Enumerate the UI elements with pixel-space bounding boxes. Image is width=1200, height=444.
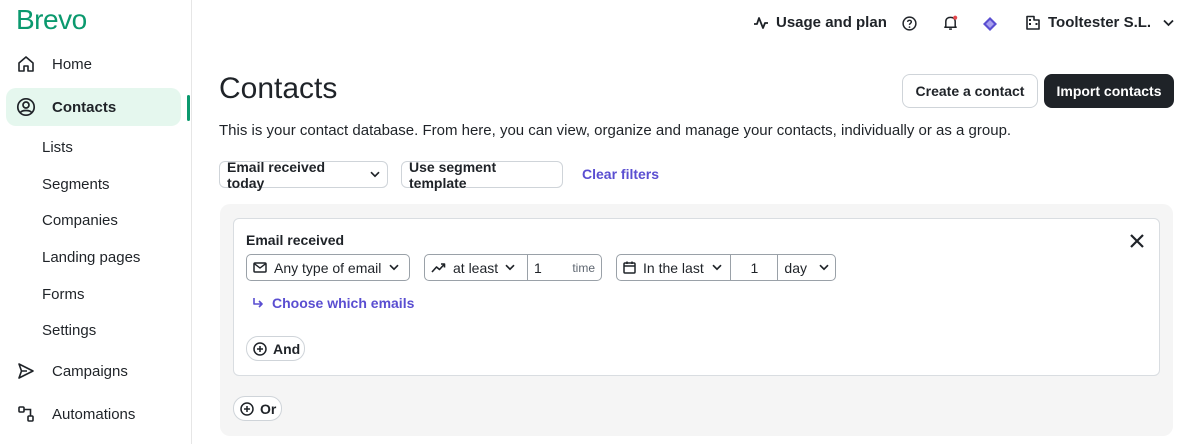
period-value-input[interactable]: 1 [731, 255, 777, 280]
sidebar-item-segments[interactable]: Segments [42, 176, 110, 193]
building-icon [1026, 15, 1040, 30]
plus-circle-icon [240, 401, 254, 416]
calendar-icon [623, 261, 636, 274]
sidebar-item-campaigns[interactable]: Campaigns [6, 352, 181, 390]
sidebar-item-lists[interactable]: Lists [42, 139, 73, 156]
subdirectory-arrow-icon [252, 297, 264, 309]
chevron-down-icon [1163, 19, 1174, 27]
count-condition-control: at least 1 time [424, 254, 602, 281]
import-contacts-button[interactable]: Import contacts [1044, 74, 1174, 108]
sidebar-item-home[interactable]: Home [6, 45, 181, 83]
sidebar-item-label: Contacts [52, 98, 117, 116]
contacts-icon [16, 97, 36, 117]
clear-filters-link[interactable]: Clear filters [582, 166, 659, 182]
notifications-bell-icon[interactable] [943, 15, 958, 31]
and-button[interactable]: And [246, 336, 305, 361]
send-icon [16, 361, 36, 381]
choose-emails-link[interactable]: Choose which emails [252, 295, 414, 311]
condition-title: Email received [246, 232, 345, 248]
create-contact-button[interactable]: Create a contact [902, 74, 1038, 108]
segment-template-button[interactable]: Use segment template [401, 159, 563, 191]
filter-dropdown[interactable]: Email received today [219, 159, 388, 191]
chevron-down-icon [370, 171, 380, 178]
close-icon[interactable] [1127, 231, 1147, 251]
sidebar-item-landing-pages[interactable]: Landing pages [42, 249, 140, 266]
usage-and-plan-link[interactable]: Usage and plan [753, 14, 887, 31]
sidebar-item-label: Automations [52, 405, 136, 423]
envelope-icon [253, 262, 267, 273]
home-icon [16, 54, 36, 74]
chevron-down-icon [819, 264, 829, 271]
trend-up-icon [431, 262, 446, 273]
sidebar-item-forms[interactable]: Forms [42, 286, 85, 303]
page-title: Contacts [219, 72, 338, 105]
period-select[interactable]: In the last [617, 255, 730, 280]
sidebar-item-automations[interactable]: Automations [6, 395, 181, 433]
sidebar-item-contacts[interactable]: Contacts [6, 88, 181, 126]
automation-icon [16, 404, 36, 424]
chevron-down-icon [389, 264, 399, 271]
or-button[interactable]: Or [233, 396, 282, 421]
sidebar-item-label: Home [52, 55, 93, 73]
period-condition-control: In the last 1 day [616, 254, 836, 281]
account-menu[interactable]: Tooltester S.L. [1026, 14, 1174, 31]
period-unit-select[interactable]: day [778, 255, 835, 280]
plus-circle-icon [253, 341, 267, 356]
sidebar-item-settings[interactable]: Settings [42, 322, 96, 339]
sidebar-item-label: Campaigns [52, 362, 128, 380]
chevron-down-icon [505, 264, 515, 271]
page-description: This is your contact database. From here… [219, 122, 1012, 139]
sidebar: Brevo Home Contacts Lists Segments Compa… [0, 0, 192, 444]
brevo-logo[interactable]: Brevo [16, 4, 87, 36]
chevron-down-icon [712, 264, 722, 271]
count-input[interactable]: 1 time [528, 255, 601, 280]
trend-icon [753, 16, 769, 30]
diamond-icon[interactable] [982, 16, 998, 32]
comparator-select[interactable]: at least [425, 255, 527, 280]
email-type-select[interactable]: Any type of email [246, 254, 410, 281]
help-icon[interactable] [902, 16, 917, 31]
active-indicator [187, 95, 190, 121]
sidebar-item-companies[interactable]: Companies [42, 212, 118, 229]
